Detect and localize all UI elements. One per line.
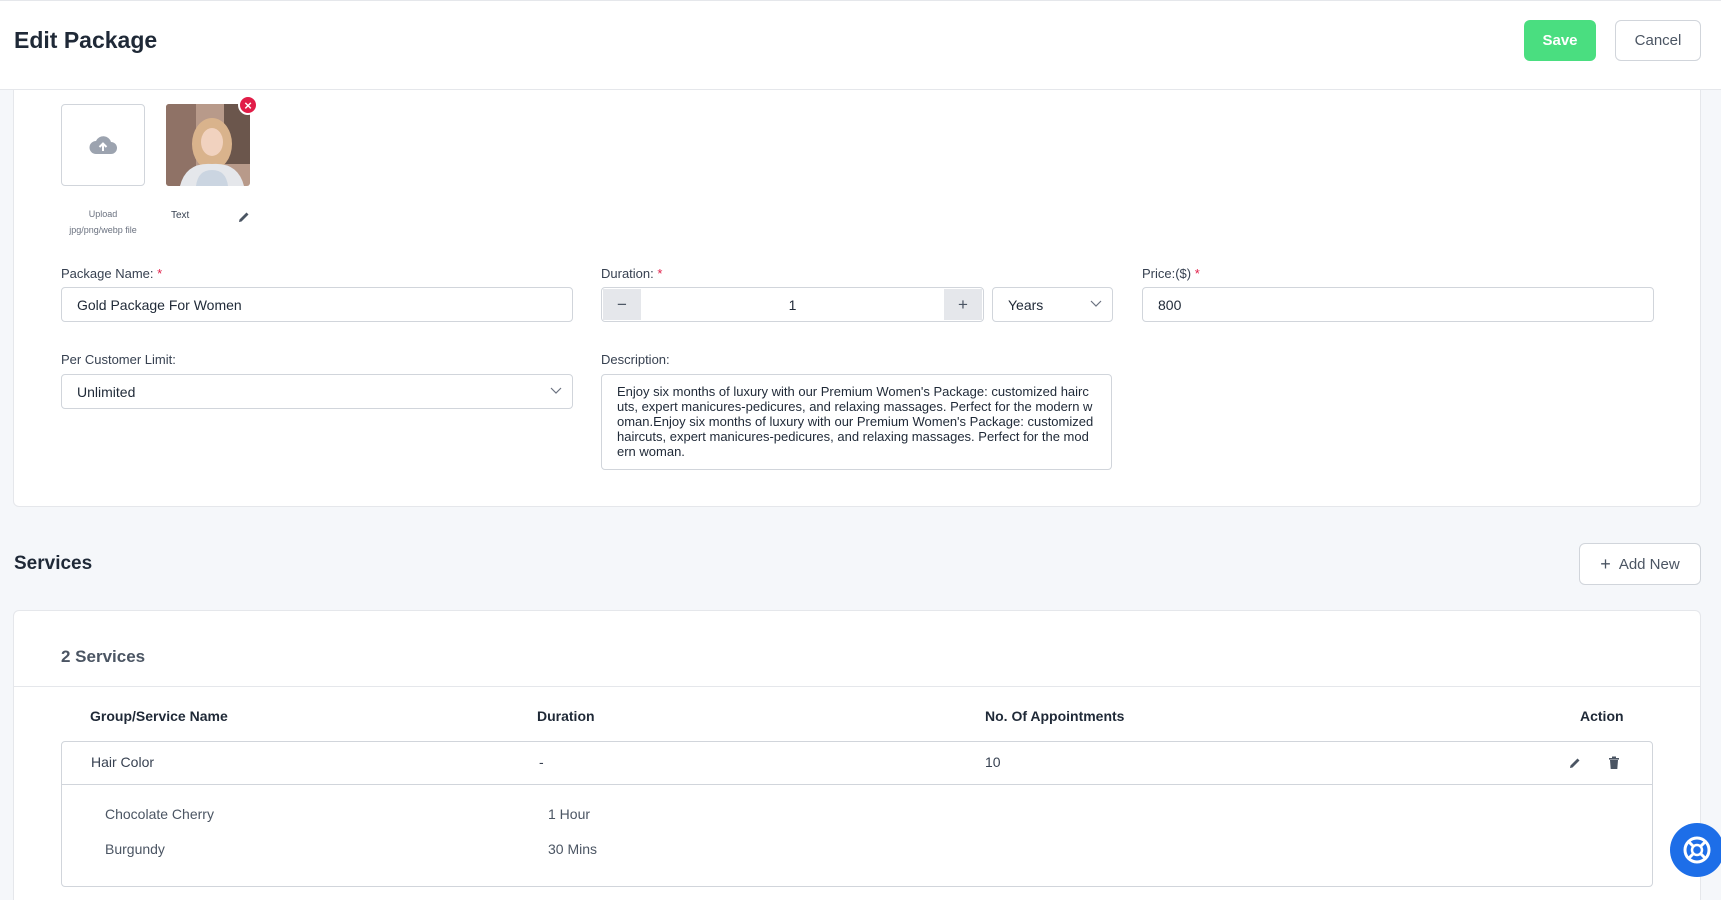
description-label: Description: xyxy=(601,352,670,367)
save-button[interactable]: Save xyxy=(1524,20,1596,61)
limit-label: Per Customer Limit: xyxy=(61,352,176,367)
column-header-name: Group/Service Name xyxy=(90,708,228,724)
group-divider xyxy=(62,784,1652,785)
duration-unit-select[interactable]: Years xyxy=(992,287,1113,322)
chevron-down-icon xyxy=(1090,300,1102,307)
duration-increment-button[interactable]: + xyxy=(944,289,982,320)
remove-image-icon[interactable]: × xyxy=(238,95,258,115)
column-header-action: Action xyxy=(1580,708,1624,724)
services-heading: Services xyxy=(14,553,93,574)
package-name-input[interactable]: Gold Package For Women xyxy=(61,287,573,322)
group-name: Hair Color xyxy=(91,754,155,770)
chevron-down-icon xyxy=(550,387,562,394)
price-label: Price:($) * xyxy=(1142,266,1200,281)
service-group-row xyxy=(61,741,1653,887)
package-name-label: Package Name: * xyxy=(61,266,163,281)
package-name-value: Gold Package For Women xyxy=(77,296,242,313)
service-item-name: Chocolate Cherry xyxy=(105,806,214,822)
help-lifebuoy-button[interactable] xyxy=(1670,823,1721,877)
duration-unit-value: Years xyxy=(1008,296,1044,313)
upload-hint-line1: Upload xyxy=(88,209,118,219)
plus-icon: + xyxy=(1600,553,1611,574)
lifebuoy-icon xyxy=(1683,836,1711,864)
delete-group-trash-icon[interactable] xyxy=(1604,753,1624,773)
customer-limit-select[interactable]: Unlimited xyxy=(61,374,573,409)
cloud-upload-icon xyxy=(89,136,117,154)
column-header-appointments: No. Of Appointments xyxy=(985,708,1125,724)
image-upload-dropzone[interactable] xyxy=(61,104,145,186)
customer-limit-value: Unlimited xyxy=(77,383,136,400)
price-value: 800 xyxy=(1158,296,1182,313)
services-count: 2 Services xyxy=(61,647,146,666)
group-duration: - xyxy=(539,754,544,770)
description-textarea[interactable]: Enjoy six months of luxury with our Prem… xyxy=(601,374,1112,470)
page-title: Edit Package xyxy=(14,27,158,53)
duration-label: Duration: * xyxy=(601,266,663,281)
duration-decrement-button[interactable]: − xyxy=(603,289,641,320)
service-item-name: Burgundy xyxy=(105,841,165,857)
service-item-duration: 1 Hour xyxy=(548,806,591,822)
group-appointments: 10 xyxy=(985,754,1001,770)
portrait-image xyxy=(166,104,250,186)
divider xyxy=(14,686,1700,687)
price-input[interactable]: 800 xyxy=(1142,287,1654,322)
cancel-button[interactable]: Cancel xyxy=(1615,20,1701,61)
edit-image-pencil-icon[interactable] xyxy=(237,210,251,229)
duration-stepper: − 1 + xyxy=(601,287,984,322)
duration-value[interactable]: 1 xyxy=(640,288,945,321)
image-caption: Text xyxy=(171,210,190,221)
add-new-label: Add New xyxy=(1618,555,1680,573)
add-new-service-button[interactable]: + Add New xyxy=(1579,543,1701,585)
upload-hint: Upload jpg/png/webp file xyxy=(50,206,156,238)
edit-group-pencil-icon[interactable] xyxy=(1565,753,1585,773)
top-bar: Edit Package Save Cancel xyxy=(0,0,1721,90)
package-image-thumbnail xyxy=(166,104,250,186)
column-header-duration: Duration xyxy=(537,708,595,724)
upload-hint-line2: jpg/png/webp file xyxy=(69,225,137,235)
service-item-duration: 30 Mins xyxy=(548,841,598,857)
